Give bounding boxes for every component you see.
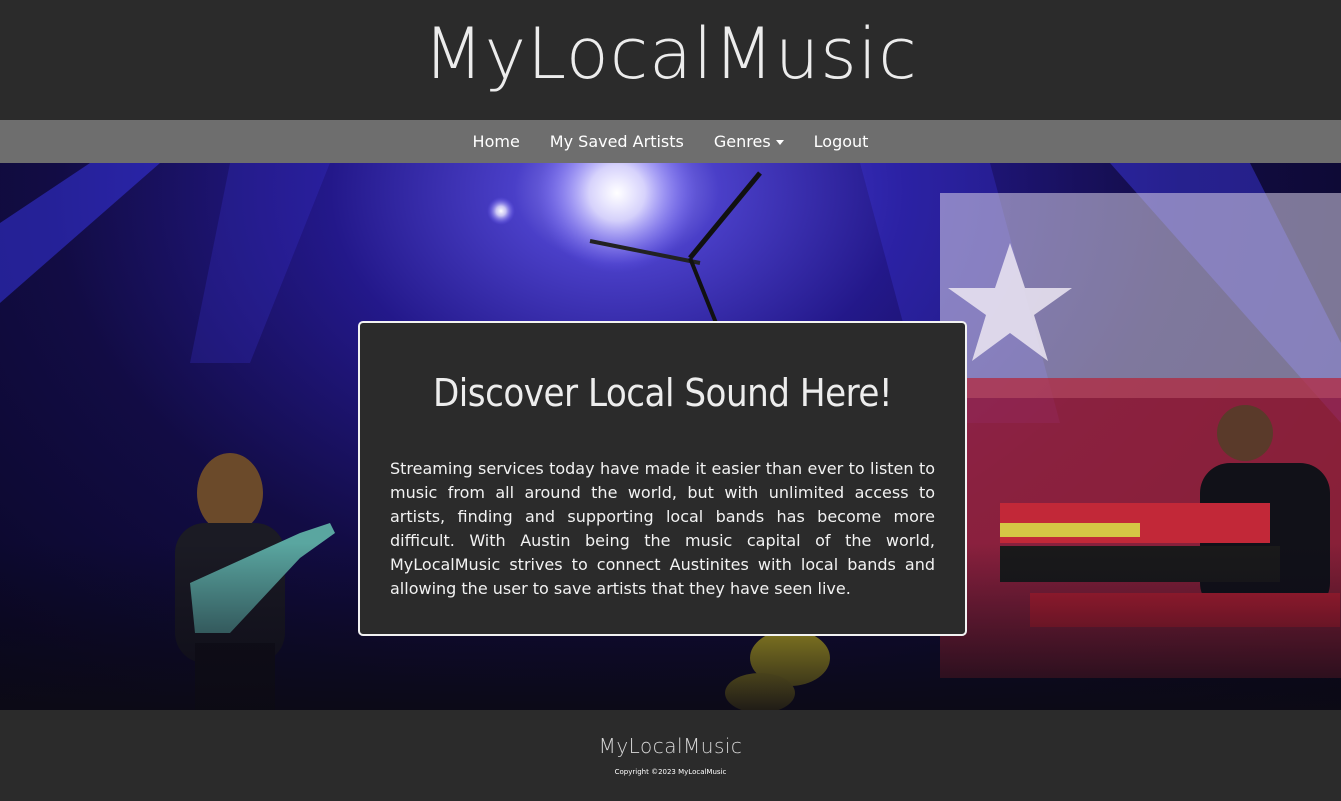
nav-home[interactable]: Home [473,132,520,151]
footer-title: MyLocalMusic [598,734,743,758]
caret-down-icon [775,139,784,145]
site-title: MyLocalMusic [423,13,918,95]
intro-card: Discover Local Sound Here! Streaming ser… [358,321,967,636]
copyright-text: Copyright ©2023 MyLocalMusic [614,768,727,776]
nav-genres-dropdown[interactable]: Genres [714,132,784,151]
nav-genres-label: Genres [713,132,771,151]
site-footer: MyLocalMusic Copyright ©2023 MyLocalMusi… [0,710,1341,801]
hero-heading: Discover Local Sound Here! [432,371,893,415]
intro-paragraph: Streaming services today have made it ea… [390,459,935,598]
site-header: MyLocalMusic [0,0,1341,120]
nav-my-saved-artists[interactable]: My Saved Artists [550,132,684,151]
navbar: Home My Saved Artists Genres Logout [0,120,1341,163]
nav-logout[interactable]: Logout [814,132,869,151]
